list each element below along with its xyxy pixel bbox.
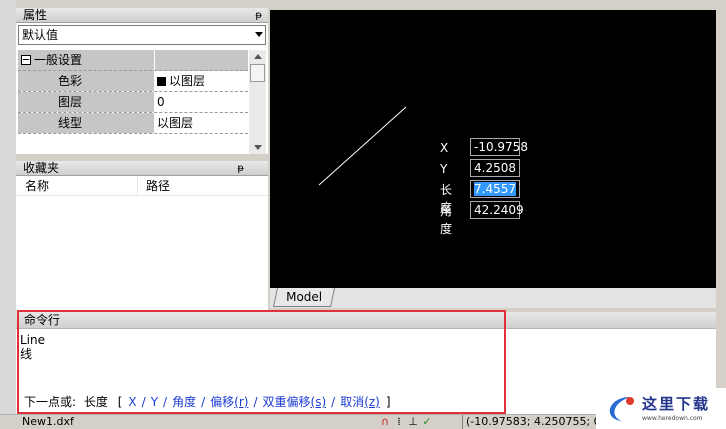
properties-title-text: 属性 [23,8,48,22]
option-separator: / [331,395,336,409]
prompt-bracket-close: ] [385,395,391,409]
favorites-panel-title: 收藏夹 ᵽ [16,161,268,176]
property-label: 线型 [18,113,155,133]
option-offset-key: (r) [234,395,249,409]
tab-model-label: Model [286,290,323,304]
tab-model[interactable]: Model [272,288,336,307]
option-separator: / [163,395,168,409]
option-double-offset-label: 双重偏移 [262,395,311,409]
prompt-bracket-open: [ [117,395,123,409]
tooltip-input-x[interactable]: -10.9758 [470,138,528,156]
favorites-title-text: 收藏夹 [23,161,60,175]
option-angle[interactable]: 角度 [172,395,196,409]
watermark-logo: 这里下载 www.heredown.com [596,388,726,429]
tooltip-label-angle: 角度 [440,204,453,236]
command-history-line: 线 [20,347,33,361]
command-prompt[interactable]: 下一点或: 长度 [ X / Y / 角度 / 偏移(r) / 双重偏移(s) / 取消(z)] [16,392,596,412]
watermark-swoosh-icon [609,397,634,421]
property-preset-value: 默认值 [22,28,59,42]
property-scrollbar[interactable] [249,50,266,154]
layout-tab-strip: Model [270,288,716,308]
column-header-name[interactable]: 名称 [16,176,138,195]
property-value: 以图层 [169,74,206,88]
tooltip-value-length: 7.4557 [474,182,516,196]
property-category-row[interactable]: 一般设置 [18,50,248,71]
left-dock-strip [0,0,16,429]
property-preset-select[interactable]: 默认值 [18,25,266,45]
tooltip-input-length[interactable]: 7.4557 [470,180,520,198]
property-category-label: 一般设置 [34,53,83,67]
drawing-canvas[interactable]: X -10.9758 Y 4.2508 长度 7.4557 角度 42.2409 [270,10,716,288]
command-history: Line 线 [16,329,716,361]
property-row-color[interactable]: 色彩 以图层 [18,71,248,92]
scroll-down-icon[interactable] [254,145,262,150]
property-row-linetype[interactable]: 线型 以图层 [18,113,248,134]
tooltip-value-y: 4.2508 [474,161,516,175]
pin-icon[interactable]: ᵽ [237,161,244,176]
tooltip-label-x: X [440,141,449,155]
scroll-thumb[interactable] [250,64,265,82]
option-separator: / [253,395,258,409]
option-double-offset-key: (s) [310,395,327,409]
properties-panel: 属性 ᵽ 默认值 一般设置 色彩 以图层 图层 0 线型 以图层 [16,8,268,154]
status-coordinates: (-10.97583; 4.250755; 0) [462,415,605,429]
color-swatch-icon [157,77,166,86]
tooltip-input-y[interactable]: 4.2508 [470,159,520,177]
property-label: 色彩 [18,71,155,91]
snap-magnet-icon[interactable]: ∩ [379,415,391,429]
option-offset[interactable]: 偏移(r) [210,395,248,409]
property-value: 0 [155,92,248,112]
option-separator: / [141,395,146,409]
prompt-current-option: 长度 [83,395,108,409]
osnap-check-icon[interactable]: ✓ [421,415,433,429]
status-toggles: ∩ ⁞ ⊥ ✓ [379,415,433,429]
watermark-text: 这里下载 [642,395,711,413]
pin-icon[interactable]: ᵽ [255,8,262,23]
option-cancel-label: 取消 [340,395,365,409]
property-grid: 一般设置 色彩 以图层 图层 0 线型 以图层 [18,50,248,154]
option-offset-label: 偏移 [210,395,235,409]
ortho-icon[interactable]: ⊥ [407,415,419,429]
collapse-icon[interactable] [21,55,31,65]
option-y[interactable]: Y [151,395,158,409]
option-x[interactable]: X [128,395,136,409]
favorites-list-header: 名称 路径 [16,176,268,196]
drawn-line[interactable] [318,106,407,186]
property-row-layer[interactable]: 图层 0 [18,92,248,113]
chevron-down-icon[interactable] [255,32,263,37]
option-separator: / [201,395,206,409]
command-history-line: Line [20,333,46,347]
status-file-name: New1.dxf [22,415,74,428]
option-cancel[interactable]: 取消(z) [340,395,380,409]
favorites-panel: 收藏夹 ᵽ 名称 路径 [16,161,268,311]
column-header-path[interactable]: 路径 [138,176,170,195]
prompt-label: 下一点或: [24,395,77,409]
tooltip-value-angle: 42.2409 [474,203,524,217]
scroll-up-icon[interactable] [254,54,262,59]
watermark-url: www.heredown.com [642,415,703,422]
grid-dots-icon[interactable]: ⁞ [393,415,405,429]
properties-panel-title: 属性 ᵽ [16,8,268,23]
property-value: 以图层 [155,113,248,133]
tooltip-label-y: Y [440,162,448,176]
property-label: 图层 [18,92,155,112]
command-panel-title: 命令行 [16,312,716,329]
tooltip-input-angle[interactable]: 42.2409 [470,201,524,219]
option-double-offset[interactable]: 双重偏移(s) [263,395,327,409]
option-cancel-key: (z) [364,395,380,409]
tooltip-value-x: -10.9758 [474,140,528,154]
